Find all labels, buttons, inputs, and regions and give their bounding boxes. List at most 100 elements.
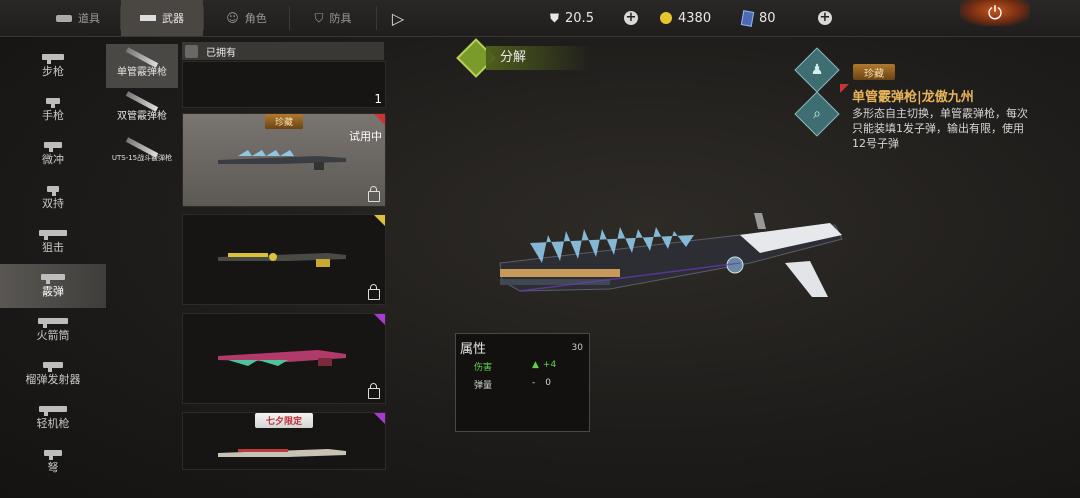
category-rocket[interactable]: 火箭筒 <box>0 308 106 352</box>
sub-item-label: 单管霰弹枪 <box>117 66 167 78</box>
tab-label: 道具 <box>78 12 100 25</box>
decompose-button[interactable]: 分解 <box>456 38 590 78</box>
crossbow-icon <box>44 449 62 460</box>
checkbox[interactable] <box>185 44 198 58</box>
owned-filter[interactable]: 已拥有 <box>182 42 384 60</box>
tab-armor[interactable]: ⛉ 防具 <box>290 0 376 36</box>
play-arrow-icon[interactable]: ▷ <box>380 0 416 36</box>
category-pistol[interactable]: 手枪 <box>0 88 106 132</box>
character-icon: ☺ <box>226 11 239 25</box>
tab-label: 武器 <box>162 12 184 25</box>
attribute-name: 弹量 <box>474 381 493 391</box>
event-badge: 七夕限定 <box>255 413 313 428</box>
rocket-launcher-icon <box>38 317 68 328</box>
weapon-card[interactable]: 七夕限定 <box>182 412 386 470</box>
category-crossbow[interactable]: 弩 <box>0 440 106 484</box>
category-label: 狙击 <box>42 240 64 254</box>
category-label: 火箭筒 <box>36 328 70 342</box>
rifle-icon <box>42 53 64 64</box>
weapon-title: 单管霰弹枪|龙傲九州 <box>852 90 974 105</box>
rarity-corner <box>840 84 849 93</box>
rarity-corner <box>374 413 385 424</box>
decompose-label: 分解 <box>486 46 590 70</box>
category-dual[interactable]: 双持 <box>0 176 106 220</box>
pistol-icon <box>46 97 60 108</box>
divider <box>376 6 377 30</box>
category-label: 弩 <box>47 460 59 474</box>
sub-item-label: 双管霰弹枪 <box>117 110 167 122</box>
category-label: 手枪 <box>42 108 64 122</box>
weapon-card-selected[interactable]: 珍藏 试用中 <box>182 113 386 207</box>
weapon-image <box>218 350 346 366</box>
stamina-display: ⛊ 20.5 <box>550 0 594 36</box>
rarity-corner <box>374 215 385 226</box>
category-grenade-launcher[interactable]: 榴弹发射器 <box>0 352 106 396</box>
attribute-panel: 属性 30 伤害 ▲ +4 弹量 - 0 <box>455 333 590 432</box>
lock-icon <box>368 383 380 399</box>
weapon-image <box>218 449 346 457</box>
attribute-value: +4 <box>542 360 557 370</box>
gold-display: 4380 <box>660 0 711 36</box>
add-card-button[interactable]: + <box>818 0 832 36</box>
weapon-card[interactable] <box>182 313 386 404</box>
person-icon: ♟ <box>810 62 824 78</box>
rarity-badge: 珍藏 <box>853 64 895 80</box>
weapon-image <box>218 253 346 267</box>
lock-icon <box>368 186 380 202</box>
gun-icon <box>140 15 156 21</box>
tab-items[interactable]: 道具 <box>36 0 120 36</box>
card-icon <box>740 9 755 27</box>
sub-item-double-barrel[interactable]: 双管霰弹枪 <box>106 88 178 132</box>
rarity-badge: 珍藏 <box>265 114 303 129</box>
plus-icon: + <box>624 10 638 25</box>
sub-type-list: 单管霰弹枪 双管霰弹枪 UTS-15战斗霰弹枪 <box>106 44 178 176</box>
sniper-icon <box>39 229 67 240</box>
category-label: 双持 <box>42 196 64 210</box>
dual-pistol-icon <box>47 185 59 196</box>
category-lmg[interactable]: 轻机枪 <box>0 396 106 440</box>
category-sniper[interactable]: 狙击 <box>0 220 106 264</box>
increase-icon: ▲ <box>532 360 539 370</box>
card-count: 1 <box>374 92 382 106</box>
category-list: 步枪 手枪 微冲 双持 狙击 霰弹 火箭筒 榴弹发射器 轻机枪 弩 <box>0 44 106 484</box>
owned-label: 已拥有 <box>206 47 236 59</box>
attribute-total: 30 <box>571 342 583 353</box>
attribute-row: 弹量 - 0 <box>474 378 551 391</box>
category-label: 榴弹发射器 <box>25 372 81 386</box>
coin-icon <box>660 12 672 24</box>
add-stamina-button[interactable]: + <box>624 0 638 36</box>
sub-item-label: UTS-15战斗霰弹枪 <box>111 154 173 162</box>
category-label: 微冲 <box>42 152 64 166</box>
stamina-value: 20.5 <box>565 10 594 26</box>
tab-weapons[interactable]: 武器 <box>121 0 203 36</box>
tab-label: 防具 <box>329 12 352 25</box>
category-label: 轻机枪 <box>36 416 70 430</box>
grenade-launcher-icon <box>43 361 63 372</box>
weapon-preview <box>499 213 843 297</box>
trial-status: 试用中 <box>349 130 382 143</box>
dash-icon: - <box>532 378 536 388</box>
attribute-row: 伤害 ▲ +4 <box>474 360 556 373</box>
smg-icon <box>44 141 62 152</box>
weapon-image <box>218 150 346 170</box>
attribute-title: 属性 <box>460 342 487 357</box>
item-icon <box>56 14 72 22</box>
weapon-card[interactable] <box>182 214 386 305</box>
rarity-corner <box>374 314 385 325</box>
plus-icon: + <box>818 10 832 25</box>
power-button[interactable]: ⏻ <box>960 0 1030 26</box>
category-label: 步枪 <box>42 64 64 78</box>
stamina-icon: ⛊ <box>550 10 560 25</box>
shield-icon: ⛉ <box>314 10 324 25</box>
lock-icon <box>368 284 380 300</box>
category-shotgun[interactable]: 霰弹 <box>0 264 106 308</box>
rarity-corner <box>374 114 385 125</box>
attribute-name: 伤害 <box>474 363 493 373</box>
weapon-card[interactable]: 1 <box>182 61 386 108</box>
sub-item-uts15[interactable]: UTS-15战斗霰弹枪 <box>106 132 178 176</box>
sub-item-single-barrel[interactable]: 单管霰弹枪 <box>106 44 178 88</box>
tab-characters[interactable]: ☺ 角色 <box>204 0 289 36</box>
category-rifle[interactable]: 步枪 <box>0 44 106 88</box>
shotgun-icon <box>41 273 65 284</box>
category-smg[interactable]: 微冲 <box>0 132 106 176</box>
